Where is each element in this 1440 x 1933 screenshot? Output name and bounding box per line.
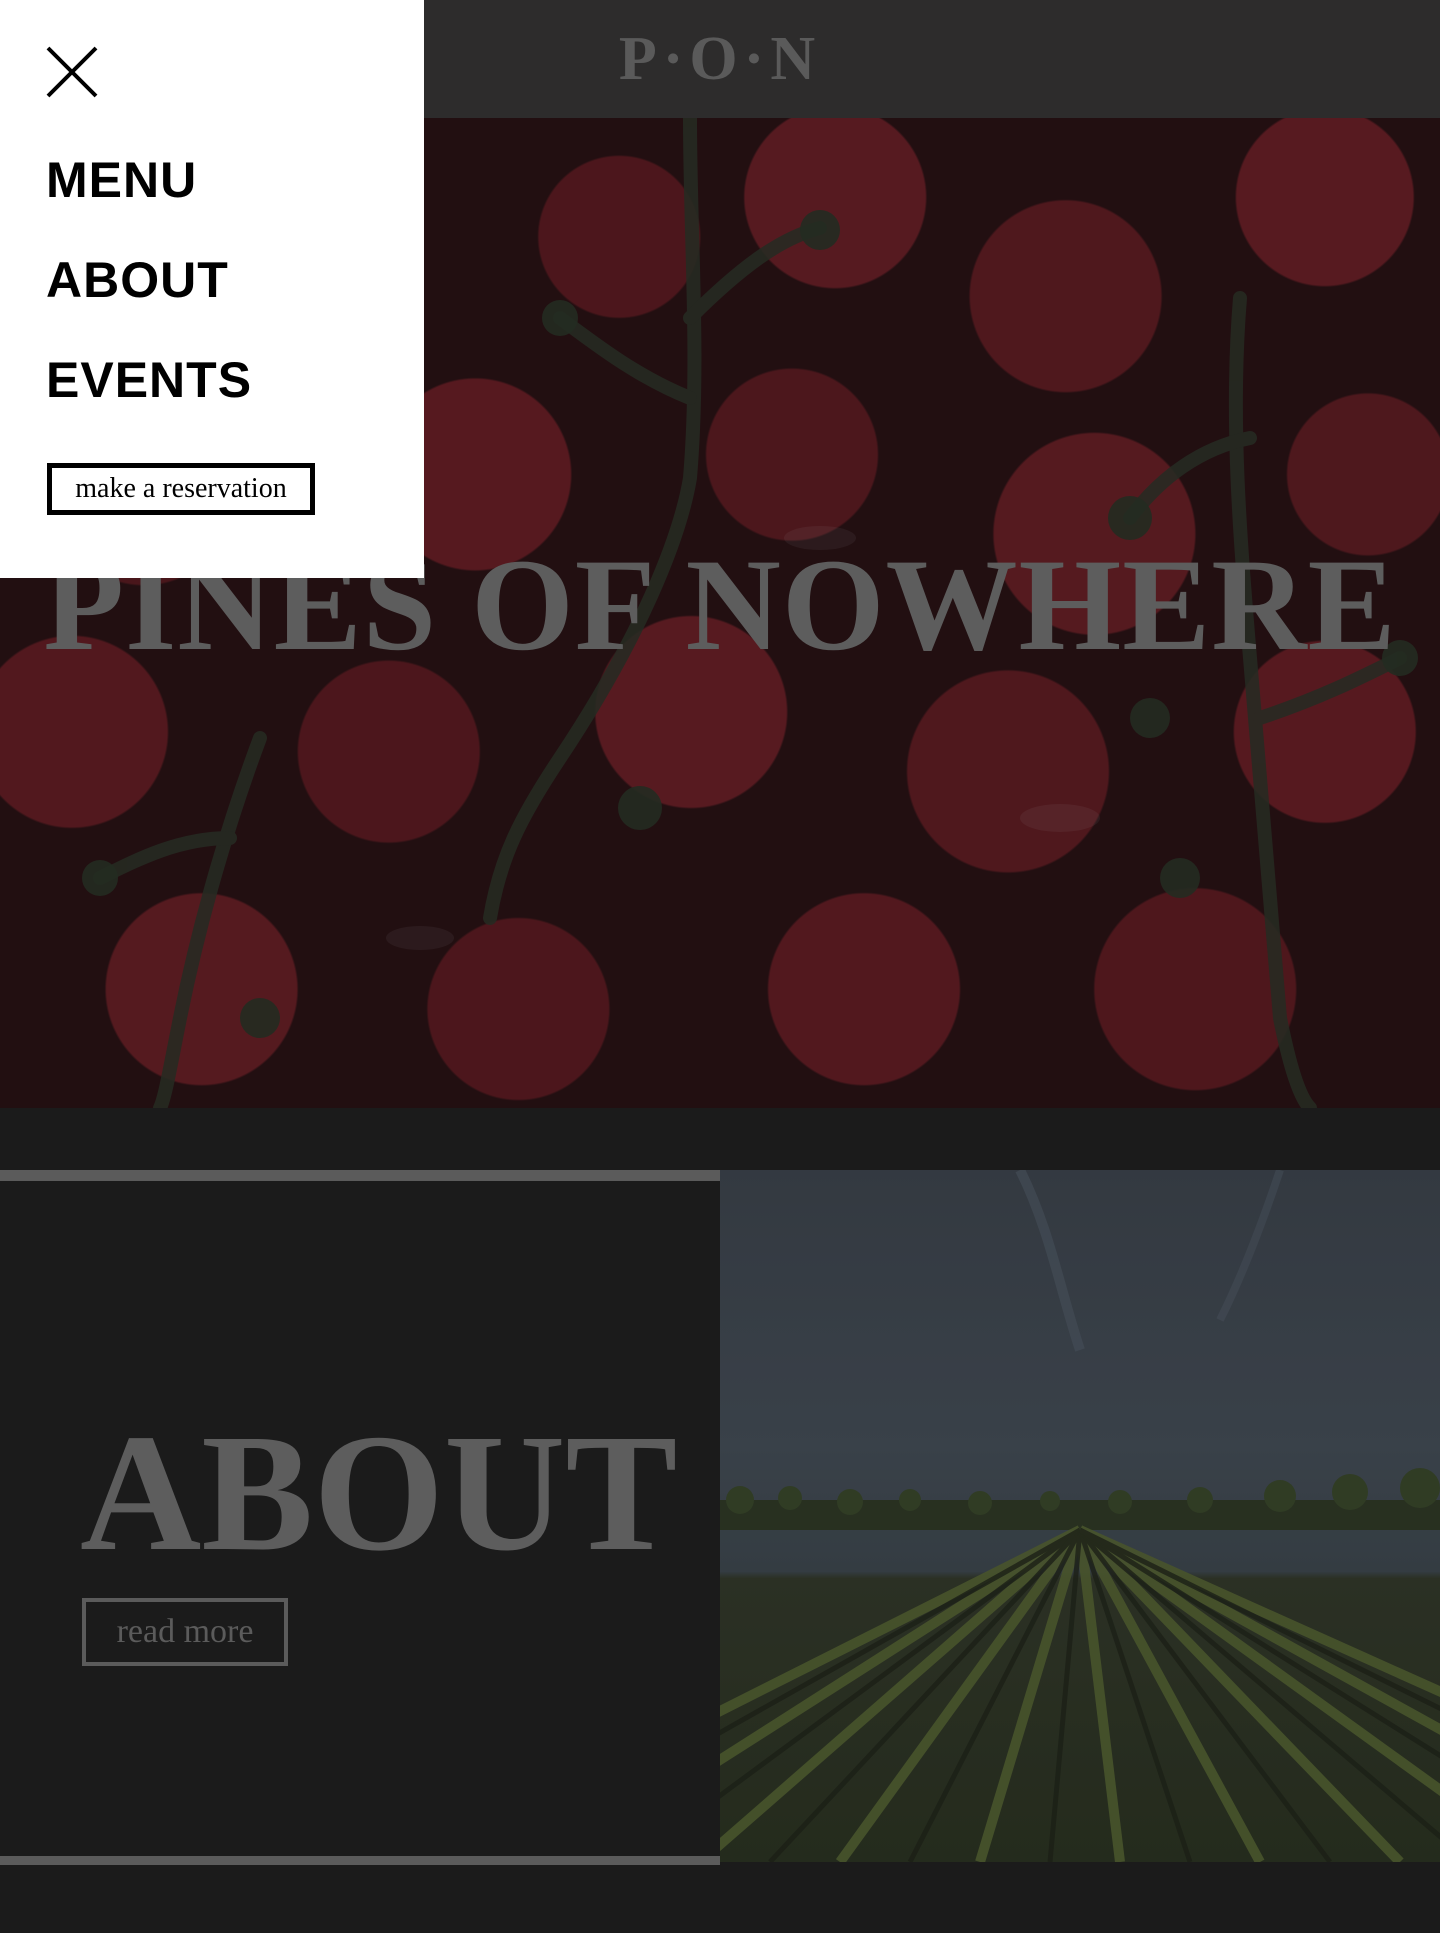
nav-link-menu[interactable]: MENU [46,150,252,210]
page: P·O·N PINES OF NOWHERE ABOUT read more M… [0,0,1440,1933]
drawer-nav: MENU ABOUT EVENTS [46,150,252,450]
read-more-button[interactable]: read more [82,1598,288,1666]
about-field-image [720,1170,1440,1862]
about-section: ABOUT read more [0,1170,1440,1865]
nav-link-events[interactable]: EVENTS [46,350,252,410]
close-button[interactable] [44,44,100,100]
about-title: ABOUT [80,1400,678,1586]
about-panel: ABOUT read more [0,1170,720,1865]
field-photo [720,1170,1440,1862]
side-drawer: MENU ABOUT EVENTS make a reservation [0,0,424,578]
reservation-button[interactable]: make a reservation [47,463,315,515]
nav-link-about[interactable]: ABOUT [46,250,252,310]
close-icon [46,46,98,98]
